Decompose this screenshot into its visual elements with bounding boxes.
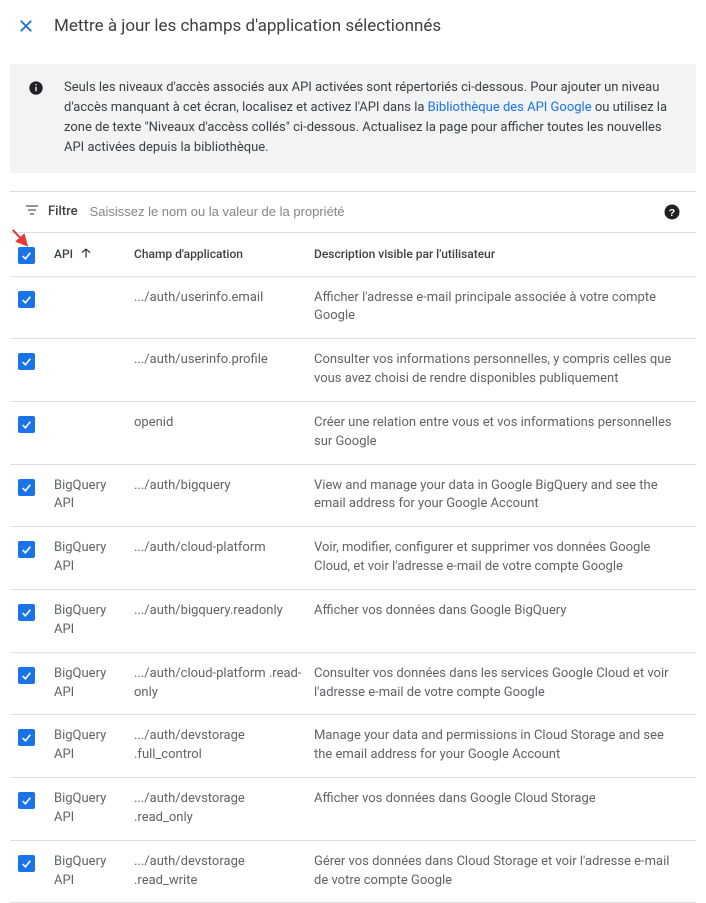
cell-scope: .../auth/cloud-platform .read-only: [134, 666, 301, 700]
row-checkbox[interactable]: [18, 792, 35, 809]
cell-scope: .../auth/userinfo.email: [134, 290, 263, 305]
row-checkbox[interactable]: [18, 353, 35, 370]
cell-scope: .../auth/cloud-platform: [134, 540, 266, 555]
filter-bar: Filtre ?: [10, 191, 696, 233]
cell-desc: Afficher vos données dans Google BigQuer…: [314, 603, 566, 618]
table-row: BigQuery API .../auth/bigquery View and ma…: [10, 465, 696, 528]
col-header-scope: Champ d'application: [134, 247, 243, 261]
cell-desc: Gérer vos données dans Cloud Storage et …: [314, 854, 669, 888]
close-icon: [17, 17, 35, 35]
row-checkbox[interactable]: [18, 667, 35, 684]
cell-desc: Créer une relation entre vous et vos inf…: [314, 415, 672, 449]
cell-api: BigQuery API: [54, 854, 106, 888]
cell-scope: .../auth/devstorage .read_only: [134, 791, 245, 825]
cell-scope: .../auth/userinfo.profile: [134, 352, 268, 367]
filter-icon: [24, 202, 42, 222]
table-row: .../auth/userinfo.email Afficher l'adress…: [10, 277, 696, 340]
cell-api: BigQuery API: [54, 478, 106, 512]
cell-desc: Manage your data and permissions in Clou…: [314, 728, 664, 762]
row-checkbox[interactable]: [18, 729, 35, 746]
cell-desc: Consulter vos données dans les services …: [314, 666, 669, 700]
table-row: .../auth/userinfo.profile Consulter vos i…: [10, 339, 696, 402]
row-checkbox[interactable]: [18, 291, 35, 308]
cell-api: BigQuery API: [54, 603, 106, 637]
select-all-checkbox[interactable]: [18, 247, 35, 264]
cell-scope: openid: [134, 415, 173, 430]
filter-label: Filtre: [48, 204, 78, 219]
help-button[interactable]: ?: [662, 202, 682, 222]
table-row: BigQuery API .../auth/cloud-platform .rea…: [10, 653, 696, 716]
row-checkbox[interactable]: [18, 416, 35, 433]
cell-api: BigQuery API: [54, 728, 106, 762]
cell-desc: Consulter vos informations personnelles,…: [314, 352, 671, 386]
cell-scope: .../auth/devstorage .read_write: [134, 854, 245, 888]
info-icon: [28, 80, 50, 100]
cell-api: BigQuery API: [54, 791, 106, 825]
info-banner: Seuls les niveaux d'accès associés aux A…: [10, 64, 696, 173]
table-row: BigQuery API .../auth/bigquery.readonly Af…: [10, 590, 696, 653]
table-row: BigQuery API .../auth/devstorage .read_on…: [10, 778, 696, 841]
page-title: Mettre à jour les champs d'application s…: [54, 16, 441, 36]
table-row: BigQuery API .../auth/devstorage .read_wr…: [10, 841, 696, 903]
cell-api: BigQuery API: [54, 666, 106, 700]
col-header-api[interactable]: API: [54, 247, 73, 261]
info-text: Seuls les niveaux d'accès associés aux A…: [64, 78, 678, 159]
svg-text:?: ?: [669, 206, 675, 218]
cell-scope: .../auth/bigquery: [134, 478, 231, 493]
cell-desc: Afficher vos données dans Google Cloud S…: [314, 791, 596, 806]
filter-input[interactable]: [88, 203, 662, 220]
row-checkbox[interactable]: [18, 855, 35, 872]
cell-scope: .../auth/devstorage .full_control: [134, 728, 245, 762]
scopes-table: API Champ d'application Description visi…: [10, 233, 696, 903]
row-checkbox[interactable]: [18, 479, 35, 496]
api-library-link[interactable]: Bibliothèque des API Google: [428, 100, 592, 115]
help-icon: ?: [663, 203, 681, 221]
table-header-row: API Champ d'application Description visi…: [10, 233, 696, 277]
table-row: BigQuery API .../auth/cloud-platform Voir,…: [10, 527, 696, 590]
cell-desc: View and manage your data in Google BigQ…: [314, 478, 658, 512]
close-button[interactable]: [14, 14, 38, 38]
sort-asc-icon[interactable]: [79, 246, 93, 263]
row-checkbox[interactable]: [18, 604, 35, 621]
row-checkbox[interactable]: [18, 541, 35, 558]
cell-scope: .../auth/bigquery.readonly: [134, 603, 283, 618]
cell-desc: Afficher l'adresse e-mail principale ass…: [314, 290, 656, 324]
cell-api: BigQuery API: [54, 540, 106, 574]
table-row: openid Créer une relation entre vous et v…: [10, 402, 696, 465]
col-header-desc: Description visible par l'utilisateur: [314, 247, 495, 261]
cell-desc: Voir, modifier, configurer et supprimer …: [314, 540, 650, 574]
